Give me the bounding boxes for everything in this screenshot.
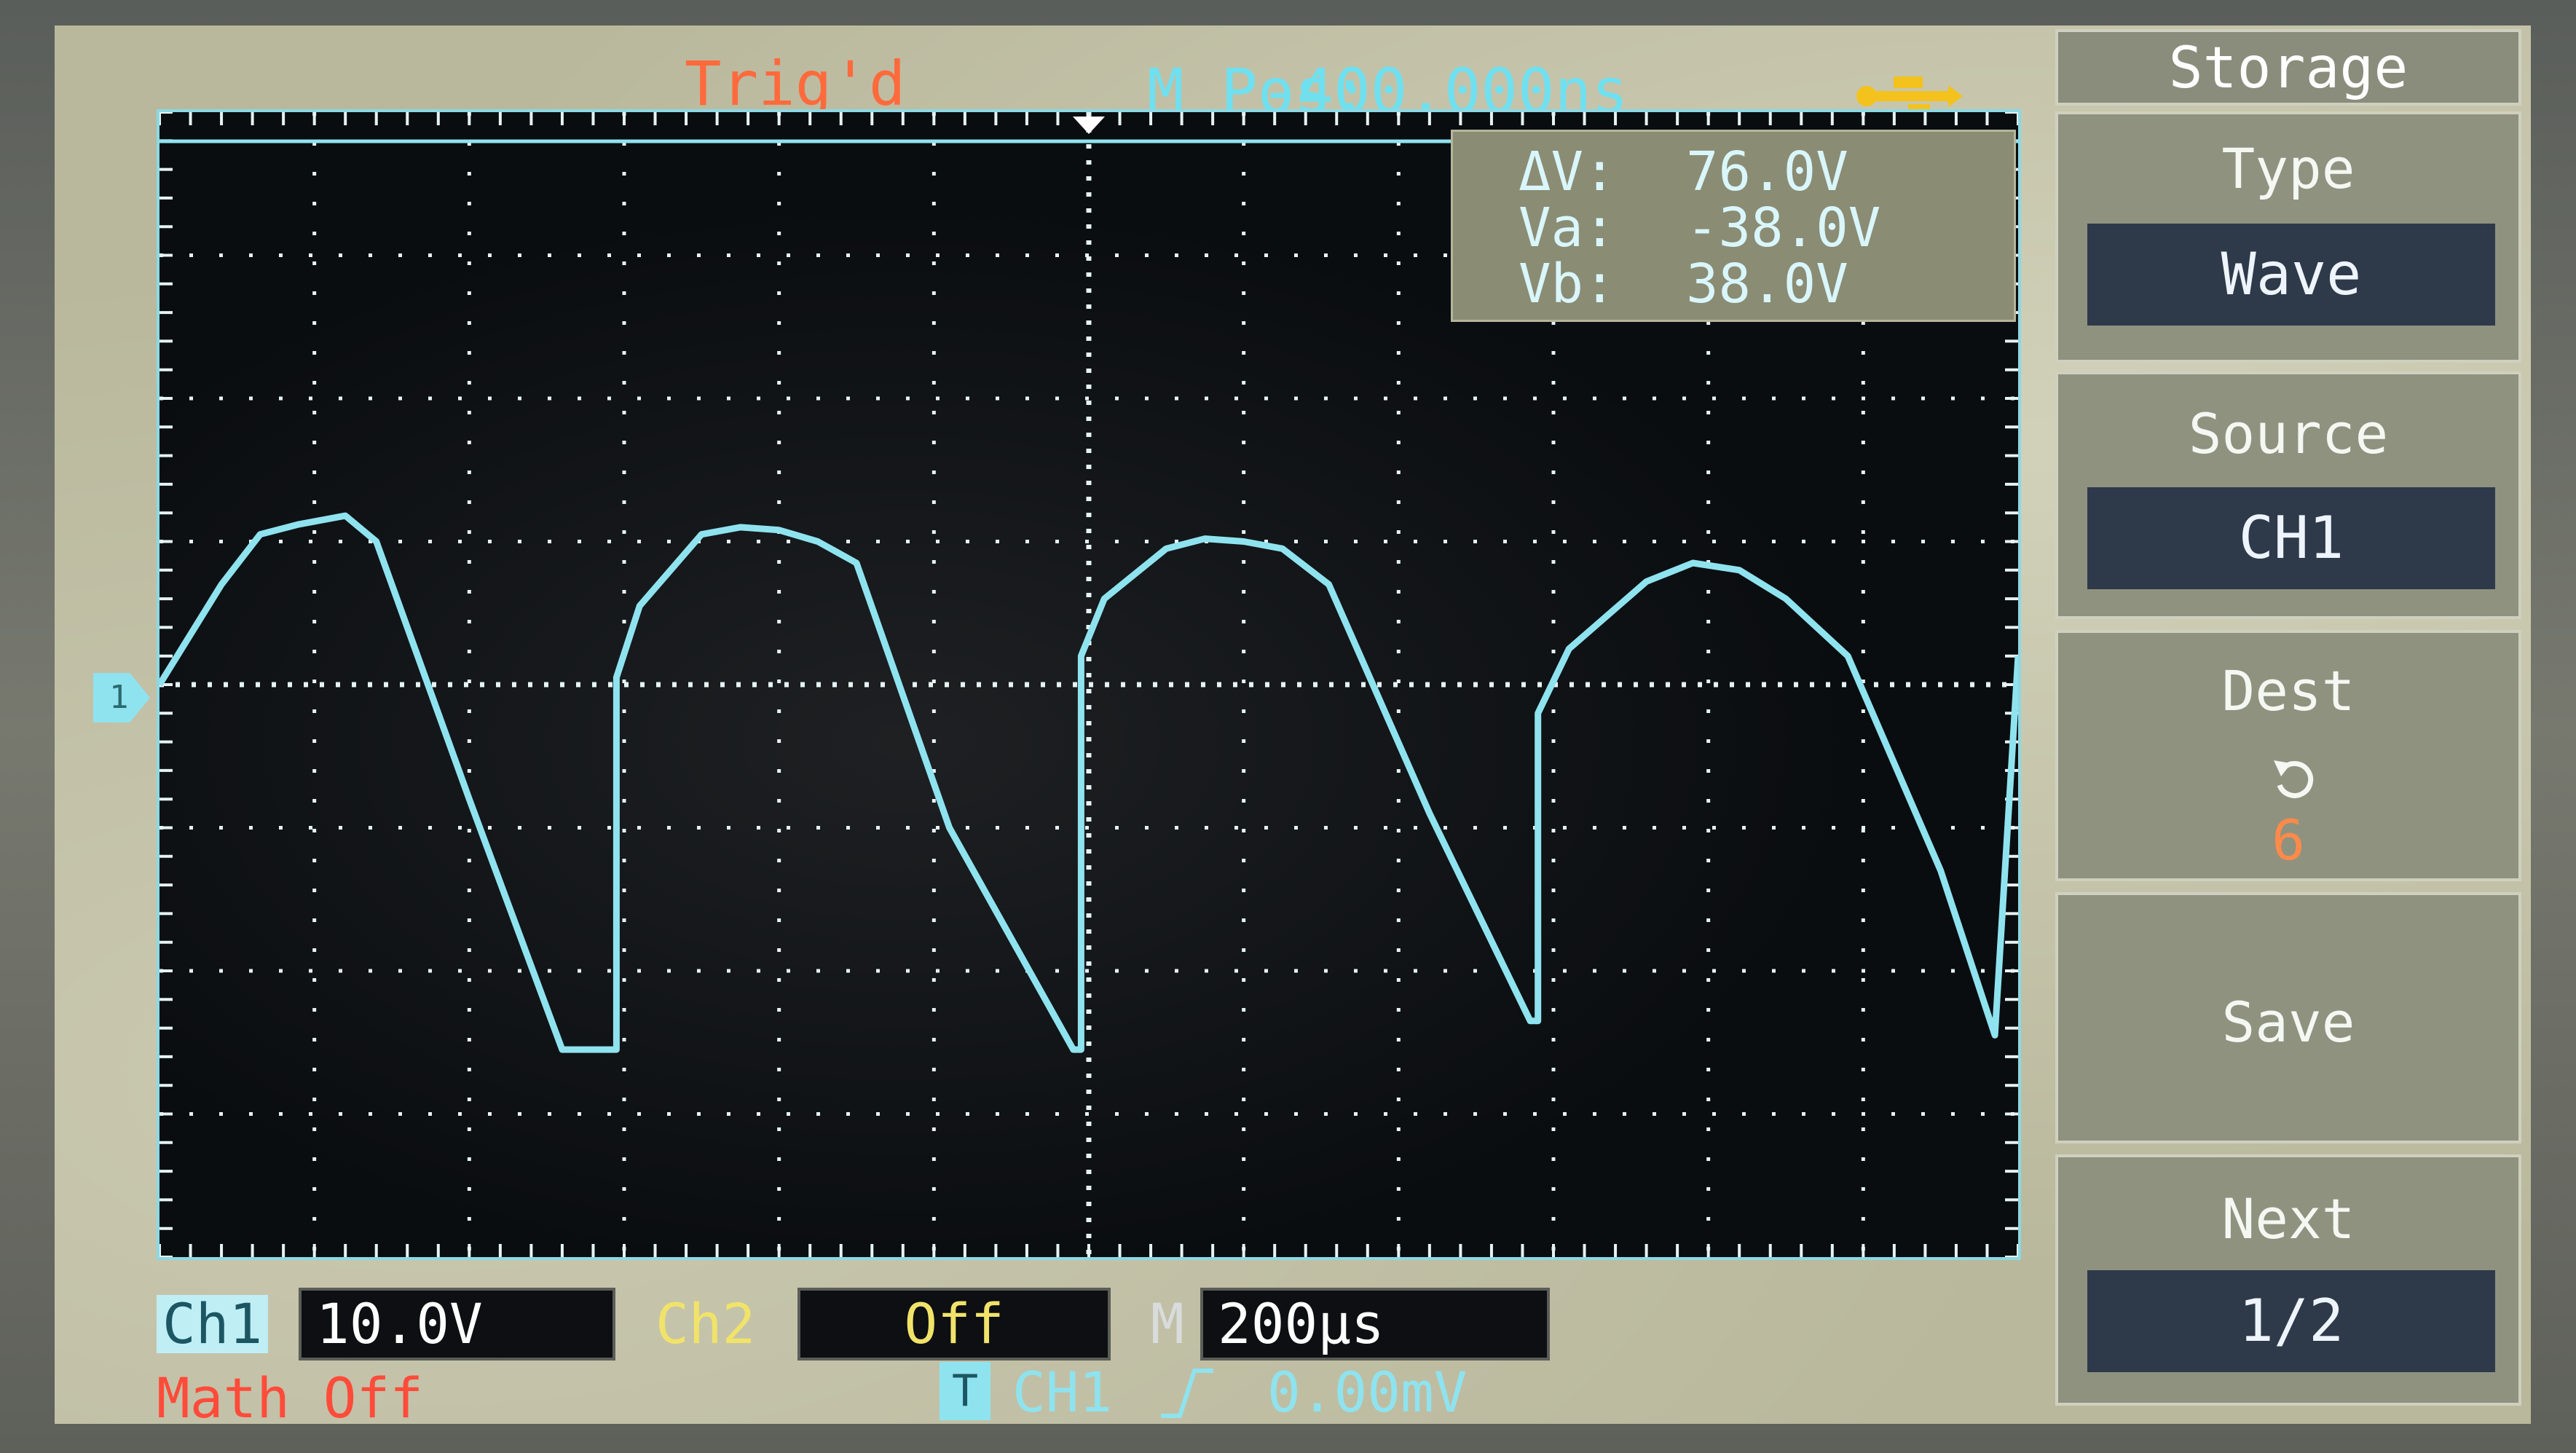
source-label: Source (2188, 401, 2389, 466)
source-value: CH1 (2087, 487, 2495, 589)
save-softkey[interactable]: Save (2055, 892, 2521, 1143)
trigger-level: 0.00mV (1267, 1360, 1468, 1425)
vb-value: 38.0V (1686, 253, 1848, 315)
vb-label: Vb: (1519, 253, 1616, 315)
timebase-label: M (1151, 1291, 1184, 1356)
next-value: 1/2 (2087, 1270, 2495, 1372)
dest-label: Dest (2221, 658, 2355, 723)
softkey-menu: Storage Type Wave Source CH1 Dest 6 Save… (2048, 25, 2531, 1424)
rising-edge-icon (1158, 1363, 1216, 1422)
va-label: Va: (1519, 197, 1616, 259)
trigger-status: Trig'd (685, 48, 906, 119)
vb-row: Vb: 38.0V (1519, 257, 1848, 311)
menu-title: Storage (2055, 29, 2521, 106)
trigger-position-marker (1073, 117, 1105, 134)
va-value: -38.0V (1686, 197, 1881, 259)
dest-value: 6 (2272, 808, 2305, 873)
rotate-icon (2269, 753, 2320, 804)
ch2-label[interactable]: Ch2 (655, 1295, 755, 1353)
dest-softkey[interactable]: Dest 6 (2055, 630, 2521, 881)
math-status[interactable]: Math Off (157, 1369, 423, 1428)
next-softkey[interactable]: Next 1/2 (2055, 1154, 2521, 1406)
delta-v-value: 76.0V (1686, 141, 1848, 203)
type-value: Wave (2087, 224, 2495, 326)
next-label: Next (2221, 1186, 2355, 1251)
source-softkey[interactable]: Source CH1 (2055, 371, 2521, 619)
ch1-ground-marker[interactable]: 1 (93, 669, 151, 727)
ch1-scale: 10.0V (299, 1288, 615, 1361)
delta-v-label: ΔV: (1519, 141, 1616, 203)
trigger-icon: T (940, 1362, 990, 1420)
type-label: Type (2221, 136, 2355, 201)
timebase-value[interactable]: 200µs (1200, 1288, 1550, 1361)
va-row: Va: -38.0V (1519, 201, 1880, 255)
ch2-scale: Off (797, 1288, 1111, 1361)
cursor-readout-panel: ΔV: 76.0V Va: -38.0V Vb: 38.0V (1451, 130, 2016, 322)
save-label: Save (2221, 990, 2355, 1055)
ch1-marker-label: 1 (109, 679, 129, 716)
trigger-source: CH1 (1012, 1360, 1113, 1425)
delta-v-row: ΔV: 76.0V (1519, 145, 1848, 199)
type-softkey[interactable]: Type Wave (2055, 111, 2521, 363)
ch1-label[interactable]: Ch1 (157, 1295, 269, 1353)
